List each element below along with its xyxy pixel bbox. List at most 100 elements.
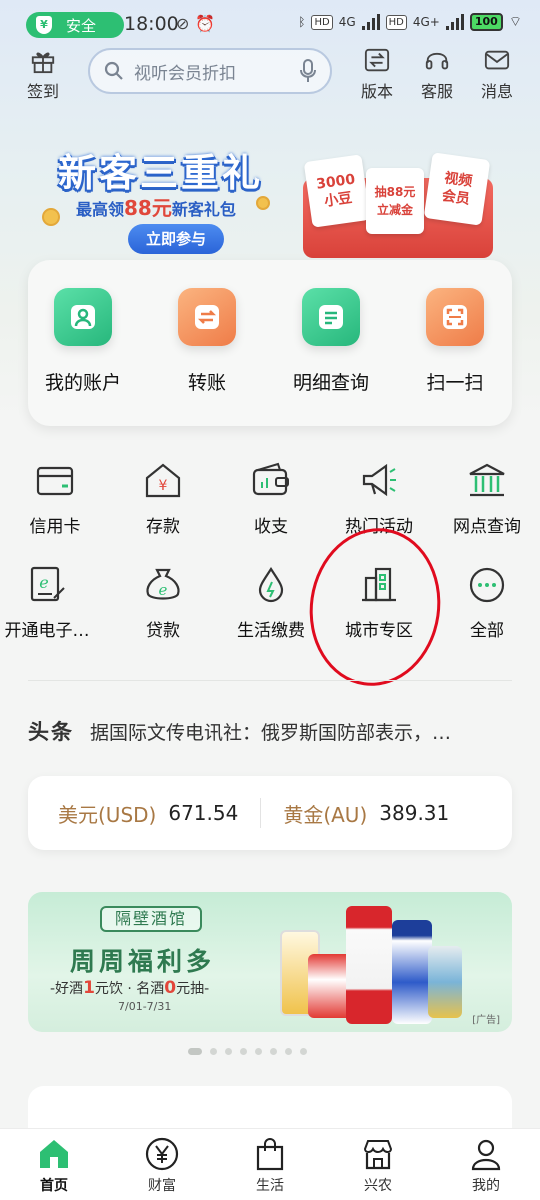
message-label: 消息: [480, 82, 513, 101]
svg-text:e: e: [159, 581, 168, 599]
shield-icon: ¥: [36, 16, 52, 34]
status-bar: ¥ 安全 18:00 ⊘⏰ ᛒ HD 4G HD 4G+ 100 ⌔: [0, 10, 540, 42]
rate-gold[interactable]: 黄金(AU) 389.31: [261, 799, 449, 828]
deposit-icon: ¥: [145, 463, 181, 498]
svg-text:¥: ¥: [159, 478, 168, 494]
wifi-icon: ⌔: [508, 14, 522, 30]
checkin-button[interactable]: 签到: [16, 48, 70, 102]
tab-agriculture[interactable]: 兴农: [338, 1137, 418, 1195]
ad-mark: [广告]: [472, 1015, 500, 1026]
grid-loan[interactable]: e 贷款: [108, 566, 218, 641]
svg-text:e: e: [39, 573, 48, 592]
bank-icon: [469, 463, 505, 497]
ad-subtitle: -好酒1元饮 · 名酒0元抽-: [50, 978, 210, 998]
coin-icon: [256, 196, 270, 210]
carousel-dot: [225, 1048, 232, 1055]
carousel-dot: [300, 1048, 307, 1055]
grid-label: 贷款: [146, 621, 180, 641]
quick-label: 明细查询: [292, 372, 369, 394]
grid-credit-card[interactable]: 信用卡: [0, 462, 110, 537]
alarm-icon: ⏰: [195, 14, 222, 33]
wallet-icon: [252, 462, 289, 496]
rate-name: 美元(USD): [58, 802, 157, 827]
tab-wealth[interactable]: 财富: [122, 1137, 202, 1195]
ad-banner[interactable]: 隔壁酒馆 周周福利多 -好酒1元饮 · 名酒0元抽- 7/01-7/31 [广告…: [28, 892, 512, 1032]
bottom-tab-bar: 首页 财富 生活 兴农 我的: [0, 1128, 540, 1200]
utility-icon: [258, 566, 284, 603]
hd-badge-1: HD: [311, 14, 333, 30]
grid-all[interactable]: 全部: [432, 566, 540, 641]
banner-title: 新客三重礼: [58, 151, 264, 195]
coin-icon: [42, 208, 60, 226]
grid-label: 信用卡: [29, 517, 81, 537]
headline-tag: 头条: [28, 720, 74, 744]
promo-banner[interactable]: 新客三重礼 最高领88元新客礼包 立即参与 3000 小豆 抽88元 立减金 视…: [28, 120, 512, 260]
section-divider: [28, 680, 512, 681]
credit-card-icon: [36, 466, 74, 496]
join-now-button[interactable]: 立即参与: [128, 224, 224, 254]
e-account-icon: e: [30, 566, 65, 602]
quick-transfer[interactable]: 转账: [152, 288, 262, 395]
headset-icon: [425, 52, 449, 70]
grid-hot-activities[interactable]: 热门活动: [324, 462, 434, 537]
loan-icon: e: [146, 568, 180, 600]
rates-card[interactable]: 美元(USD) 671.54 黄金(AU) 389.31: [28, 776, 512, 850]
person-icon: [471, 1139, 501, 1171]
carousel-dot-active: [188, 1048, 202, 1055]
grid-income-expense[interactable]: 收支: [216, 462, 326, 537]
app-header: 签到 视听会员折扣 版本 客服 消息: [0, 48, 540, 104]
service-label: 客服: [420, 82, 453, 101]
tab-label: 兴农: [364, 1178, 392, 1194]
grid-open-e-account[interactable]: e 开通电子…: [0, 566, 102, 641]
rate-usd[interactable]: 美元(USD) 671.54: [28, 799, 238, 828]
account-icon: [54, 288, 112, 346]
tab-home[interactable]: 首页: [14, 1137, 94, 1195]
signal-icon-1: [361, 14, 380, 30]
grid-deposit[interactable]: ¥ 存款: [108, 462, 218, 537]
tab-mine[interactable]: 我的: [446, 1137, 526, 1195]
grid-label: 全部: [470, 621, 504, 641]
headline-text: 据国际文传电讯社：俄罗斯国防部表示，…: [90, 722, 452, 744]
search-icon: [104, 61, 123, 80]
version-label: 版本: [360, 82, 393, 101]
store-icon: [363, 1140, 393, 1170]
version-switch-icon: [364, 48, 390, 72]
gift-card-beans: 3000 小豆: [303, 154, 371, 228]
transfer-icon: [178, 288, 236, 346]
carousel-dot: [270, 1048, 277, 1055]
grid-branch-search[interactable]: 网点查询: [432, 462, 540, 537]
ad-title: 周周福利多: [70, 947, 216, 976]
ad-date: 7/01-7/31: [118, 1000, 172, 1013]
grid-label: 网点查询: [453, 517, 521, 537]
tab-label: 我的: [472, 1178, 500, 1194]
network-type-2: 4G+: [412, 15, 440, 29]
hd-badge-2: HD: [385, 14, 407, 30]
status-time: 18:00: [124, 13, 179, 35]
carousel-dot: [255, 1048, 262, 1055]
service-button[interactable]: 客服: [410, 48, 464, 102]
quick-my-account[interactable]: 我的账户: [28, 288, 138, 395]
search-input[interactable]: 视听会员折扣: [134, 59, 290, 84]
gift-icon: [31, 52, 55, 74]
status-icons: ⊘⏰: [176, 14, 221, 33]
tab-life[interactable]: 生活: [230, 1137, 310, 1195]
rate-value: 389.31: [379, 801, 450, 825]
megaphone-icon: [362, 463, 396, 497]
grid-label: 收支: [254, 517, 288, 537]
carousel-indicator: [188, 1048, 307, 1055]
message-button[interactable]: 消息: [470, 48, 524, 102]
safe-badge[interactable]: ¥ 安全: [26, 12, 124, 38]
microphone-icon[interactable]: [300, 59, 316, 83]
yen-icon: [145, 1137, 179, 1171]
rate-name: 黄金(AU): [283, 802, 368, 827]
quick-details[interactable]: 明细查询: [276, 288, 386, 395]
quick-label: 我的账户: [44, 372, 121, 394]
status-right: ᛒ HD 4G HD 4G+ 100 ⌔: [298, 13, 522, 31]
ad-tag: 隔壁酒馆: [100, 906, 202, 932]
quick-scan[interactable]: 扫一扫: [400, 288, 510, 395]
headline-ticker[interactable]: 头条 据国际文传电讯社：俄罗斯国防部表示，…: [28, 716, 512, 746]
carousel-dot: [210, 1048, 217, 1055]
search-bar[interactable]: 视听会员折扣: [88, 48, 332, 94]
quick-label: 转账: [187, 372, 226, 394]
version-button[interactable]: 版本: [350, 48, 404, 102]
